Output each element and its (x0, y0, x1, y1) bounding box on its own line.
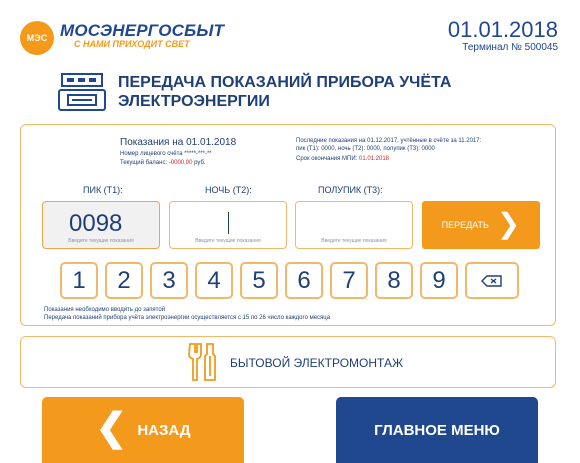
current-balance: Текущий баланс: -0000,00 руб. (120, 160, 206, 166)
semipeak-hint: Введите текущие показания (321, 238, 387, 244)
account-number: Номер лицевого счёта *****-***-** (120, 151, 212, 157)
last-readings: Последние показания на 01.12.2017, учтён… (296, 137, 536, 153)
chevron-left-icon: ❮ (95, 407, 128, 449)
last-readings-line1: Последние показания на 01.12.2017, учтён… (296, 138, 482, 144)
night-label: НОЧЬ (Т2): (205, 185, 252, 195)
readings-date: Показания на 01.01.2018 (120, 137, 237, 148)
key-4[interactable]: 4 (195, 262, 233, 299)
key-5[interactable]: 5 (240, 262, 278, 299)
brand-slogan: С НАМИ ПРИХОДИТ СВЕТ (74, 39, 190, 49)
key-3[interactable]: 3 (150, 262, 188, 299)
main-menu-label: ГЛАВНОЕ МЕНЮ (374, 421, 500, 439)
period-note: Передача показаний прибора учёта электро… (44, 315, 331, 321)
current-date: 01.01.2018 (447, 17, 558, 42)
send-label: ПЕРЕДАТЬ (441, 220, 489, 230)
logo-text: МЭС (26, 33, 48, 43)
key-2[interactable]: 2 (105, 262, 143, 299)
key-8[interactable]: 8 (375, 262, 413, 299)
backspace-icon (481, 274, 502, 287)
decimal-note: Показания необходимо вводить до запятой (44, 307, 166, 313)
balance-value: -0000,00 (168, 160, 193, 166)
text-cursor (228, 212, 229, 234)
back-label: НАЗАД (137, 421, 191, 439)
mpi-expiry: Срок окончания МПИ: 01.01.2018 (296, 156, 389, 162)
service-label: БЫТОВОЙ ЭЛЕКТРОМОНТАЖ (230, 356, 404, 370)
peak-label: ПИК (Т1): (83, 185, 123, 195)
brand-name: МОСЭНЕРГОСБЫТ (60, 21, 225, 40)
night-input[interactable]: Введите текущие показания (169, 201, 287, 249)
company-logo: МЭС (20, 21, 54, 55)
key-9[interactable]: 9 (420, 262, 458, 299)
semipeak-label: ПОЛУПИК (Т3): (318, 185, 383, 195)
peak-hint: Введите текущие показания (68, 238, 134, 244)
main-menu-button[interactable]: ГЛАВНОЕ МЕНЮ (336, 397, 538, 463)
key-7[interactable]: 7 (330, 262, 368, 299)
chevron-right-icon: ❯ (496, 207, 521, 239)
send-button[interactable]: ПЕРЕДАТЬ ❯ (422, 201, 540, 249)
night-hint: Введите текущие показания (195, 238, 261, 244)
last-readings-line2: пик (Т1): 0000, ночь (Т2): 0000, полупик… (296, 146, 435, 152)
key-1[interactable]: 1 (60, 262, 98, 299)
tools-icon (188, 343, 216, 381)
backspace-button[interactable] (465, 262, 519, 299)
page-title: ПЕРЕДАЧА ПОКАЗАНИЙ ПРИБОРА УЧЁТА ЭЛЕКТРО… (118, 74, 452, 110)
balance-unit: руб. (192, 160, 206, 166)
mpi-label: Срок окончания МПИ: (296, 156, 359, 162)
peak-input[interactable]: 0098 Введите текущие показания (42, 201, 160, 249)
balance-label: Текущий баланс: (120, 160, 169, 166)
mpi-date: 01.01.2018 (358, 156, 390, 162)
semipeak-input[interactable]: Введите текущие показания (295, 201, 413, 249)
peak-value: 0098 (69, 210, 123, 237)
meter-icon (58, 73, 106, 111)
key-6[interactable]: 6 (285, 262, 323, 299)
back-button[interactable]: ❮ НАЗАД (42, 397, 244, 463)
terminal-number: Терминал № 500045 (462, 42, 558, 53)
